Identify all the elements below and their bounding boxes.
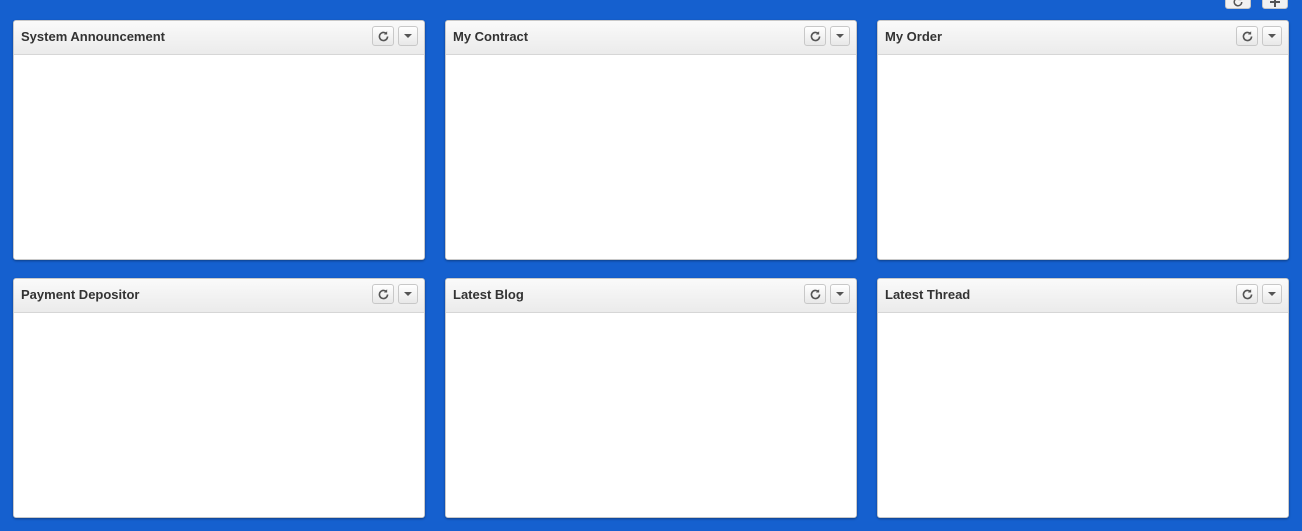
- widget-title: Latest Thread: [885, 287, 971, 302]
- refresh-button[interactable]: [372, 284, 394, 304]
- widget-body: [14, 55, 424, 259]
- chevron-down-icon: [404, 292, 412, 296]
- refresh-button[interactable]: [372, 26, 394, 46]
- widget-header[interactable]: Latest Blog: [446, 279, 856, 313]
- widget-title: Latest Blog: [453, 287, 524, 302]
- refresh-icon: [1233, 0, 1243, 7]
- chevron-down-icon: [404, 34, 412, 38]
- widget-tools: [804, 26, 850, 46]
- options-dropdown-button[interactable]: [398, 284, 418, 304]
- refresh-button[interactable]: [1236, 284, 1258, 304]
- refresh-button[interactable]: [804, 26, 826, 46]
- global-refresh-button[interactable]: [1225, 0, 1251, 9]
- widget-latest-blog: Latest Blog: [445, 278, 857, 518]
- refresh-icon: [378, 30, 388, 41]
- refresh-button[interactable]: [804, 284, 826, 304]
- chevron-down-icon: [1268, 292, 1276, 296]
- widget-title: My Order: [885, 29, 943, 44]
- chevron-down-icon: [836, 34, 844, 38]
- widget-tools: [1236, 26, 1282, 46]
- options-dropdown-button[interactable]: [830, 26, 850, 46]
- widget-my-order: My Order: [877, 20, 1289, 260]
- widget-latest-thread: Latest Thread: [877, 278, 1289, 518]
- widget-grid: System Announcement My Contract My Order…: [13, 20, 1289, 518]
- widget-my-contract: My Contract: [445, 20, 857, 260]
- refresh-icon: [810, 288, 820, 299]
- widget-title: Payment Depositor: [21, 287, 140, 302]
- widget-tools: [1236, 284, 1282, 304]
- refresh-icon: [378, 288, 388, 299]
- widget-system-announcement: System Announcement: [13, 20, 425, 260]
- widget-title: System Announcement: [21, 29, 165, 44]
- options-dropdown-button[interactable]: [398, 26, 418, 46]
- widget-body: [878, 55, 1288, 259]
- chevron-down-icon: [1268, 34, 1276, 38]
- global-add-button[interactable]: [1262, 0, 1288, 9]
- refresh-icon: [1242, 30, 1252, 41]
- options-dropdown-button[interactable]: [1262, 26, 1282, 46]
- options-dropdown-button[interactable]: [1262, 284, 1282, 304]
- widget-payment-depositor: Payment Depositor: [13, 278, 425, 518]
- widget-tools: [372, 26, 418, 46]
- refresh-icon: [810, 30, 820, 41]
- widget-header[interactable]: My Contract: [446, 21, 856, 55]
- plus-icon: [1270, 0, 1280, 7]
- refresh-button[interactable]: [1236, 26, 1258, 46]
- options-dropdown-button[interactable]: [830, 284, 850, 304]
- widget-tools: [804, 284, 850, 304]
- widget-header[interactable]: Latest Thread: [878, 279, 1288, 313]
- widget-tools: [372, 284, 418, 304]
- widget-header[interactable]: Payment Depositor: [14, 279, 424, 313]
- widget-body: [446, 55, 856, 259]
- chevron-down-icon: [836, 292, 844, 296]
- widget-header[interactable]: System Announcement: [14, 21, 424, 55]
- widget-body: [878, 313, 1288, 517]
- widget-header[interactable]: My Order: [878, 21, 1288, 55]
- refresh-icon: [1242, 288, 1252, 299]
- widget-body: [446, 313, 856, 517]
- widget-title: My Contract: [453, 29, 529, 44]
- widget-body: [14, 313, 424, 517]
